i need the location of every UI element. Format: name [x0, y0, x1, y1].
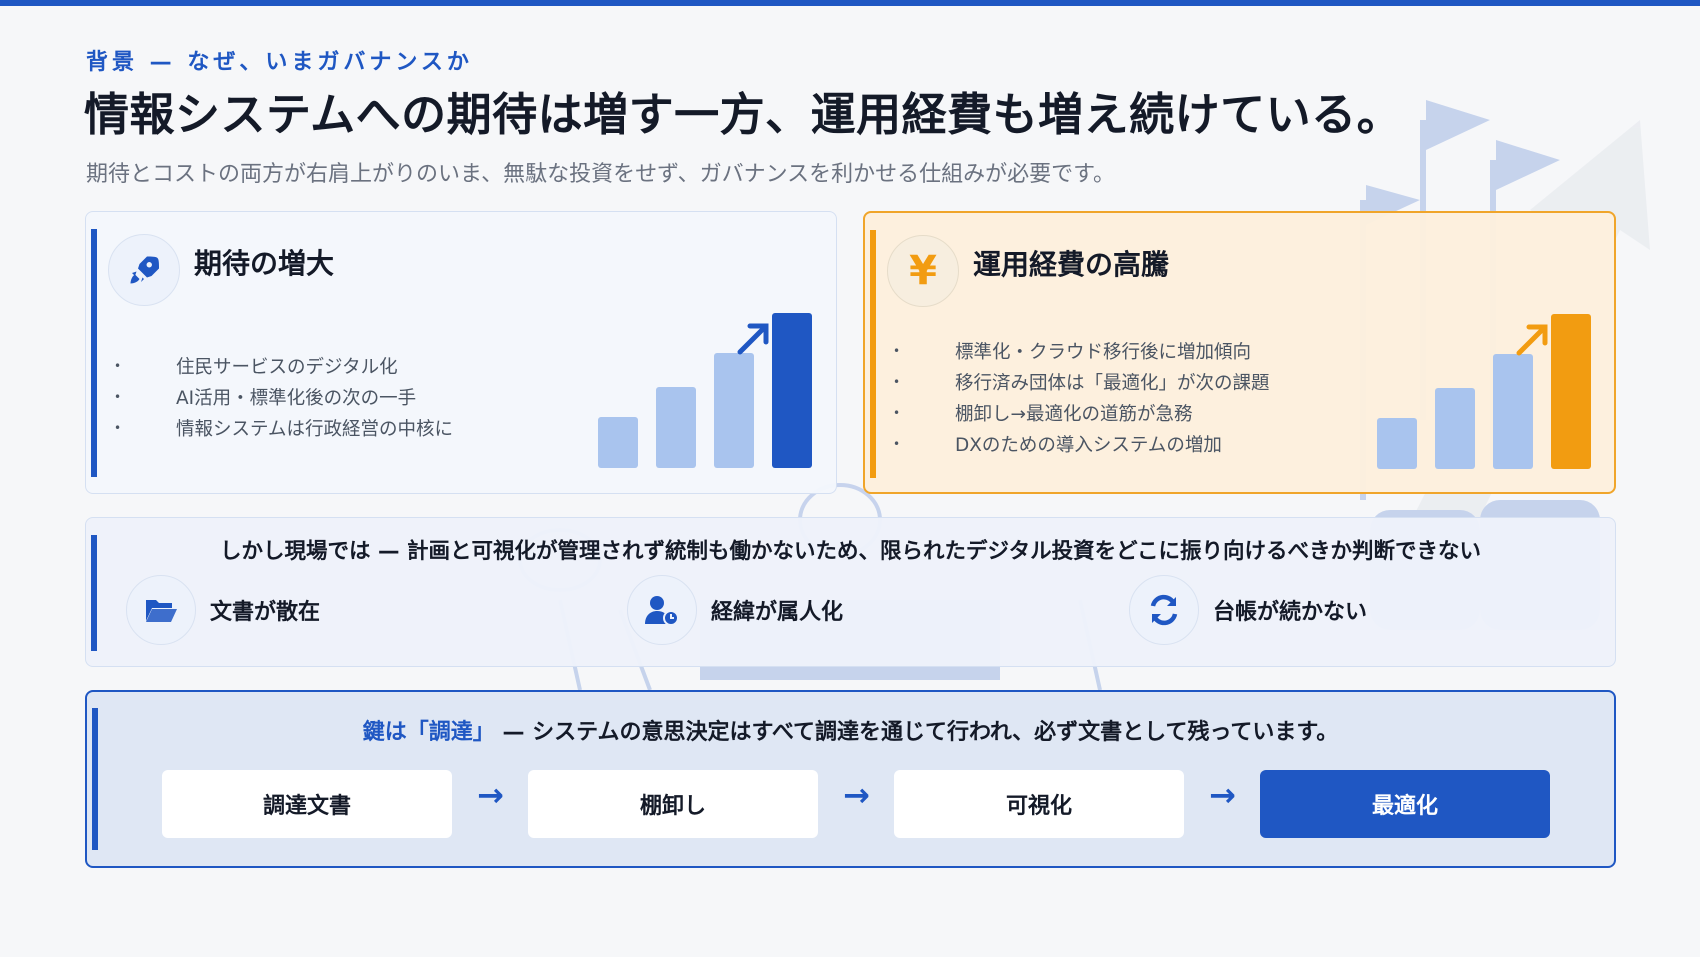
key-highlight: 鍵は「調達」 [362, 720, 495, 745]
list-item: • 標準化・クラウド移行後に増加傾向 [893, 341, 1252, 363]
card-title: 期待の増大 [194, 247, 335, 280]
bar [656, 387, 696, 468]
card-accent-bar [91, 229, 97, 477]
bar [714, 353, 754, 468]
issues-headline: しかし現場では — 計画と可視化が管理されず統制も働かないため、限られたデジタル… [220, 539, 1481, 564]
card-title: 運用経費の高騰 [973, 248, 1170, 281]
list-item: • 棚卸し→最適化の道筋が急務 [893, 403, 1193, 425]
list-item: • 情報システムは行政経営の中核に [114, 418, 453, 440]
step-optimize: 最適化 [1260, 770, 1550, 838]
key-text: — システムの意思決定はすべて調達を通じて行われ、必ず文書として残っています。 [494, 720, 1339, 745]
list-item: • AI活用・標準化後の次の一手 [114, 387, 417, 409]
bullet-list: • 住民サービスのデジタル化 • AI活用・標準化後の次の一手 • 情報システムは行政… [114, 350, 453, 443]
folder-open-icon [126, 575, 196, 645]
card-accent-bar [870, 230, 876, 478]
bar [1435, 388, 1475, 469]
page-title: 情報システムへの期待は増す一方、運用経費も増え続けている。 [84, 88, 1403, 141]
section-eyebrow: 背景 — なぜ、いまガバナンスか [86, 50, 473, 75]
list-item: • 住民サービスのデジタル化 [114, 356, 398, 378]
issue-item: 文書が散在 [126, 575, 320, 645]
step-visualize: 可視化 [894, 770, 1184, 838]
trend-arrow-icon [737, 323, 769, 355]
issue-item: 台帳が続かない [1129, 575, 1367, 645]
step-procurement-docs: 調達文書 [162, 770, 452, 838]
key-procurement-panel: 鍵は「調達」 — システムの意思決定はすべて調達を通じて行われ、必ず文書として残… [85, 690, 1616, 868]
bullet-list: • 標準化・クラウド移行後に増加傾向 • 移行済み団体は「最適化」が次の課題 • 棚卸… [893, 335, 1270, 459]
list-item: • DXのための導入システムの増加 [893, 434, 1222, 456]
yen-icon: ¥ [887, 235, 959, 307]
sync-icon [1129, 575, 1199, 645]
issues-panel: しかし現場では — 計画と可視化が管理されず統制も働かないため、限られたデジタル… [85, 517, 1616, 667]
bar [1493, 354, 1533, 469]
card-expectation: 期待の増大 • 住民サービスのデジタル化 • AI活用・標準化後の次の一手 • 情報シ… [85, 211, 837, 494]
step-inventory: 棚卸し [528, 770, 818, 838]
bar [598, 417, 638, 468]
list-item: • 移行済み団体は「最適化」が次の課題 [893, 372, 1270, 394]
bar [1377, 418, 1417, 469]
growth-bar-chart [598, 308, 818, 468]
page-subtitle: 期待とコストの両方が右肩上がりのいま、無駄な投資をせず、ガバナンスを利かせる仕組… [86, 162, 1115, 187]
issue-item: 経緯が属人化 [627, 575, 843, 645]
growth-bar-chart [1377, 309, 1597, 469]
arrow-right-icon: → [477, 776, 504, 814]
arrow-right-icon: → [843, 776, 870, 814]
arrow-right-icon: → [1209, 776, 1236, 814]
bar [772, 313, 812, 468]
bar [1551, 314, 1591, 469]
key-headline: 鍵は「調達」 — システムの意思決定はすべて調達を通じて行われ、必ず文書として残… [87, 714, 1614, 746]
user-clock-icon [627, 575, 697, 645]
rocket-icon [108, 234, 180, 306]
card-cost: ¥ 運用経費の高騰 • 標準化・クラウド移行後に増加傾向 • 移行済み団体は「最適化… [863, 211, 1616, 494]
trend-arrow-icon [1516, 324, 1548, 356]
